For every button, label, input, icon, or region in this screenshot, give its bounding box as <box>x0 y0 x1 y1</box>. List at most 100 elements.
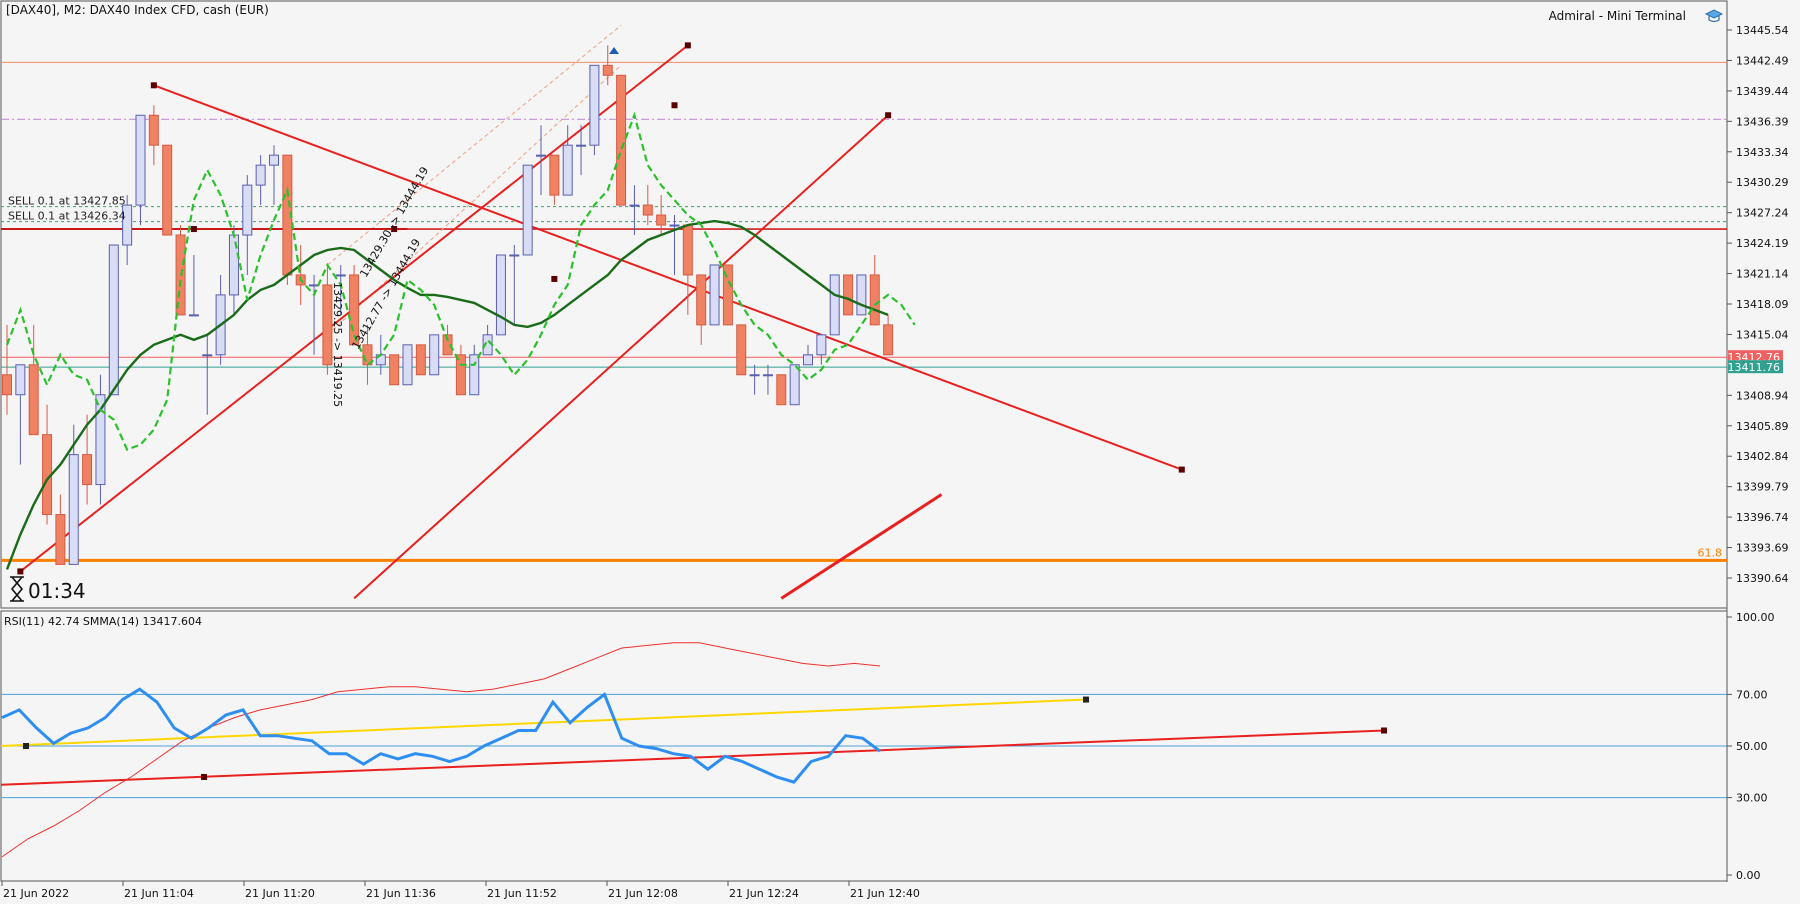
candle-body <box>789 364 800 406</box>
candle-body <box>869 274 880 326</box>
order-label-1: SELL 0.1 at 13427.85 <box>8 195 126 208</box>
candle-body <box>255 164 266 186</box>
candle <box>95 374 106 505</box>
rsi-tick-label: 50.00 <box>1736 740 1768 753</box>
candle <box>789 364 800 406</box>
rsi-axis[interactable]: 100.00 70.00 50.00 30.00 0.00 <box>1727 611 1775 882</box>
price-tick-label: 13396.74 <box>1736 511 1789 524</box>
candle-body <box>883 324 894 356</box>
candle <box>762 364 773 395</box>
terminal-hat-icon[interactable] <box>1704 9 1724 23</box>
candlesticks <box>2 45 894 565</box>
time-tick-label: 21 Jun 11:20 <box>245 887 315 900</box>
candle <box>642 185 653 226</box>
candle <box>389 354 400 386</box>
candle-body <box>816 334 827 356</box>
candle <box>55 494 66 565</box>
candle-body <box>536 154 546 157</box>
candle-body <box>202 354 213 357</box>
trading-chart[interactable]: [DAX40], M2: DAX40 Index CFD, cash (EUR)… <box>0 0 1800 904</box>
candle <box>562 125 573 196</box>
price-tick-label: 13402.84 <box>1736 450 1789 463</box>
hourglass-icon <box>10 576 24 602</box>
bar-timer: 01:34 <box>28 579 86 603</box>
candle-body <box>776 374 787 406</box>
time-axis[interactable]: 21 Jun 2022 21 Jun 11:04 21 Jun 11:20 21 Ju… <box>1 881 920 900</box>
candle <box>269 145 279 206</box>
candle <box>455 344 466 396</box>
candle-body <box>402 344 413 386</box>
candle <box>295 245 306 305</box>
candle <box>616 74 627 206</box>
candle <box>148 105 159 166</box>
candle-body <box>709 264 720 326</box>
candle-body <box>68 454 79 565</box>
candle-body <box>469 354 480 396</box>
price-tick-label: 13415.04 <box>1736 328 1789 341</box>
candle <box>682 224 693 315</box>
candle <box>749 364 760 395</box>
candle <box>482 324 493 356</box>
rsi-smma-line <box>1 642 881 858</box>
anchor-marker <box>885 112 892 119</box>
terminal-name[interactable]: Admiral - Mini Terminal <box>1549 9 1686 23</box>
anchor-marker <box>150 82 157 89</box>
anchor-marker <box>17 568 24 575</box>
candle-body <box>269 154 279 166</box>
anchor-marker <box>684 42 691 49</box>
rsi-trend-lines <box>0 696 1387 786</box>
candle-body <box>856 274 867 316</box>
anchor-marker <box>671 102 678 109</box>
candle-body <box>576 144 587 147</box>
candle <box>856 274 867 316</box>
candle <box>282 154 293 285</box>
candle-body <box>616 74 627 206</box>
candle-body <box>389 354 400 386</box>
price-tick-label: 13439.44 <box>1736 85 1789 98</box>
fib-level-label: 61.8 <box>1698 546 1723 559</box>
anchor-marker <box>190 226 197 233</box>
candle <box>322 264 333 375</box>
candle <box>869 254 880 326</box>
candle <box>522 164 533 256</box>
candle <box>175 225 186 316</box>
candle <box>776 374 787 406</box>
candle-body <box>135 114 146 206</box>
candle-body <box>322 284 333 366</box>
candle-body <box>629 204 640 207</box>
rsi-trend-yellow <box>0 698 1087 747</box>
candle <box>402 344 413 386</box>
price-tick-label: 13393.69 <box>1736 542 1789 555</box>
candle-body <box>589 64 600 146</box>
time-tick-label: 21 Jun 2022 <box>3 887 69 900</box>
time-tick-label: 21 Jun 12:08 <box>608 887 678 900</box>
candle <box>202 334 213 415</box>
price-tick-label: 13405.89 <box>1736 420 1789 433</box>
candle-body <box>549 154 560 196</box>
candle-body <box>803 354 813 366</box>
trendline-anchors <box>17 42 1185 575</box>
candle <box>15 364 26 465</box>
candle-body <box>736 324 747 376</box>
price-tick-label: 13421.14 <box>1736 268 1789 281</box>
current-price-labels: 13412.7613411.76 <box>1728 350 1783 374</box>
price-tick-label: 13433.34 <box>1736 146 1789 159</box>
candle <box>429 334 440 376</box>
rsi-tick-label: 70.00 <box>1736 688 1768 701</box>
candle <box>215 274 226 365</box>
candle-body <box>495 254 506 336</box>
candle-body <box>415 344 426 376</box>
candle-body <box>642 204 653 216</box>
candle-body <box>429 334 440 376</box>
moving-average-solid <box>5 219 889 570</box>
candle-body <box>28 364 39 436</box>
candle <box>242 175 253 275</box>
price-axis[interactable]: 13445.54 13442.49 13439.44 13436.39 13433.34… <box>1727 24 1789 585</box>
price-tick-label: 13390.64 <box>1736 572 1789 585</box>
price-tick-label: 13436.39 <box>1736 115 1789 128</box>
trendline-1 <box>153 84 1183 471</box>
symbol-info: [DAX40], M2: DAX40 Index CFD, cash (EUR) <box>6 3 269 17</box>
candle-body <box>522 164 533 256</box>
candle-body <box>749 374 760 377</box>
candle <box>816 334 827 365</box>
